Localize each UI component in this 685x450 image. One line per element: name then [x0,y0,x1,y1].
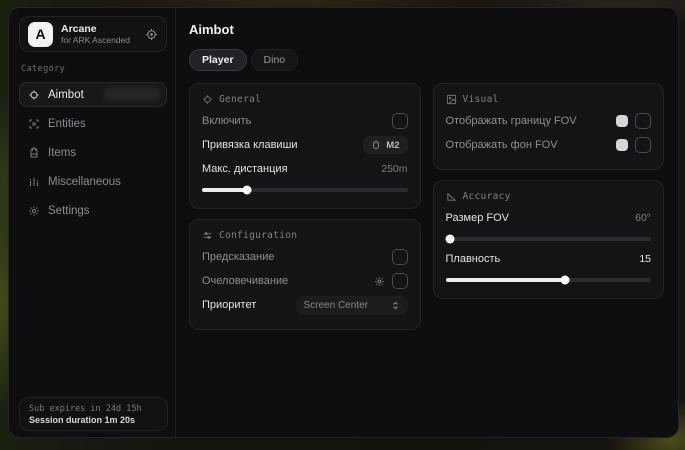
fov-background-row: Отображать фон FOV [446,133,652,157]
fov-size-row: Размер FOV 60° [446,206,652,230]
prediction-row: Предсказание [202,245,408,269]
distance-slider-fill [202,188,247,192]
image-icon [446,94,457,105]
smoothness-label: Плавность [446,253,501,265]
card-title-label: Configuration [219,230,297,241]
mouse-icon [371,139,381,151]
sub-expires-text: Sub expires in 24d 15h [29,404,158,414]
crosshair-icon [202,94,213,105]
distance-row: Макс. дистанция 250m [202,157,408,181]
priority-dropdown[interactable]: Screen Center [296,296,408,315]
smoothness-slider[interactable] [446,278,652,282]
priority-label: Приоритет [202,299,256,311]
sliders-icon [202,230,213,241]
keybind-label: Привязка клавиши [202,139,298,151]
fov-border-color-swatch[interactable] [616,115,628,127]
fov-border-label: Отображать границу FOV [446,115,577,127]
accuracy-card-header: Accuracy [446,191,652,202]
accuracy-card: Accuracy Размер FOV 60° Плавность 15 [433,180,665,299]
brand-name: Arcane [61,23,137,35]
backpack-icon [28,147,40,159]
smoothness-slider-fill [446,278,565,282]
fov-background-checkbox[interactable] [635,137,651,153]
sidebar-item-items[interactable]: Items [19,140,167,165]
distance-label: Макс. дистанция [202,163,288,175]
category-label: Category [21,64,165,74]
smoothness-slider-thumb[interactable] [560,276,569,285]
sidebar-item-label: Aimbot [48,89,84,101]
priority-row: Приоритет Screen Center [202,293,408,317]
sidebar-item-label: Entities [48,118,86,130]
visual-card: Visual Отображать границу FOV Отображать… [433,83,665,170]
humanize-label: Очеловечивание [202,275,288,287]
sidebar-item-aimbot[interactable]: Aimbot [19,82,167,107]
crosshair-icon [28,89,40,101]
sidebar: A Arcane for ARK Ascended Category [9,8,176,437]
gear-icon [28,205,40,217]
sidebar-item-label: Items [48,147,76,159]
priority-value: Screen Center [304,300,368,311]
watermark-blur [106,88,158,101]
enable-checkbox[interactable] [392,113,408,129]
main-panel: Aimbot Player Dino General [176,8,678,437]
tabs: Player Dino [189,49,664,71]
fov-size-label: Размер FOV [446,212,509,224]
right-column: Visual Отображать границу FOV Отображать… [433,83,665,299]
sidebar-item-label: Settings [48,205,90,217]
smoothness-value: 15 [639,253,651,265]
fov-border-checkbox[interactable] [635,113,651,129]
brand-card: A Arcane for ARK Ascended [19,16,167,52]
keybind-value: M2 [386,140,399,151]
prediction-checkbox[interactable] [392,249,408,265]
brand-subtitle: for ARK Ascended [61,35,137,46]
general-card: General Включить Привязка клавиши [189,83,421,209]
brand-text: Arcane for ARK Ascended [61,23,137,46]
configuration-card: Configuration Предсказание Очеловечивани… [189,219,421,330]
brand-logo: A [28,22,53,47]
configuration-card-header: Configuration [202,230,408,241]
fov-background-label: Отображать фон FOV [446,139,558,151]
smoothness-row: Плавность 15 [446,247,652,271]
distance-slider-thumb[interactable] [243,186,252,195]
sidebar-item-label: Miscellaneous [48,176,121,188]
cheat-menu-window: A Arcane for ARK Ascended Category [8,7,679,438]
keybind-button[interactable]: M2 [363,136,407,154]
humanize-checkbox[interactable] [392,273,408,289]
general-card-header: General [202,94,408,105]
fov-size-slider[interactable] [446,237,652,241]
sidebar-nav: Aimbot Entities Items [19,82,167,223]
gear-icon[interactable] [374,276,385,287]
left-column: General Включить Привязка клавиши [189,83,421,330]
equalizer-icon [28,176,40,188]
distance-slider[interactable] [202,188,408,192]
distance-value: 250m [381,163,407,175]
chevron-up-down-icon [391,300,400,311]
tab-player[interactable]: Player [189,49,247,71]
fov-border-row: Отображать границу FOV [446,109,652,133]
subscription-card: Sub expires in 24d 15h Session duration … [19,397,168,431]
card-title-label: Accuracy [463,191,511,202]
sidebar-item-miscellaneous[interactable]: Miscellaneous [19,169,167,194]
card-title-label: Visual [463,94,499,105]
visual-card-header: Visual [446,94,652,105]
tab-dino[interactable]: Dino [251,49,299,71]
fov-size-slider-thumb[interactable] [445,235,454,244]
sidebar-item-settings[interactable]: Settings [19,198,167,223]
prediction-label: Предсказание [202,251,274,263]
fov-size-value: 60° [635,212,651,224]
humanize-row: Очеловечивание [202,269,408,293]
enable-label: Включить [202,115,251,127]
fov-background-color-swatch[interactable] [616,139,628,151]
session-duration-text: Session duration 1m 20s [29,415,158,425]
scan-icon [28,118,40,130]
card-title-label: General [219,94,261,105]
enable-row: Включить [202,109,408,133]
page-title: Aimbot [189,22,664,37]
target-icon[interactable] [145,28,158,41]
triangle-ruler-icon [446,191,457,202]
sidebar-item-entities[interactable]: Entities [19,111,167,136]
keybind-row: Привязка клавиши M2 [202,133,408,157]
cards-grid: General Включить Привязка клавиши [189,83,664,330]
